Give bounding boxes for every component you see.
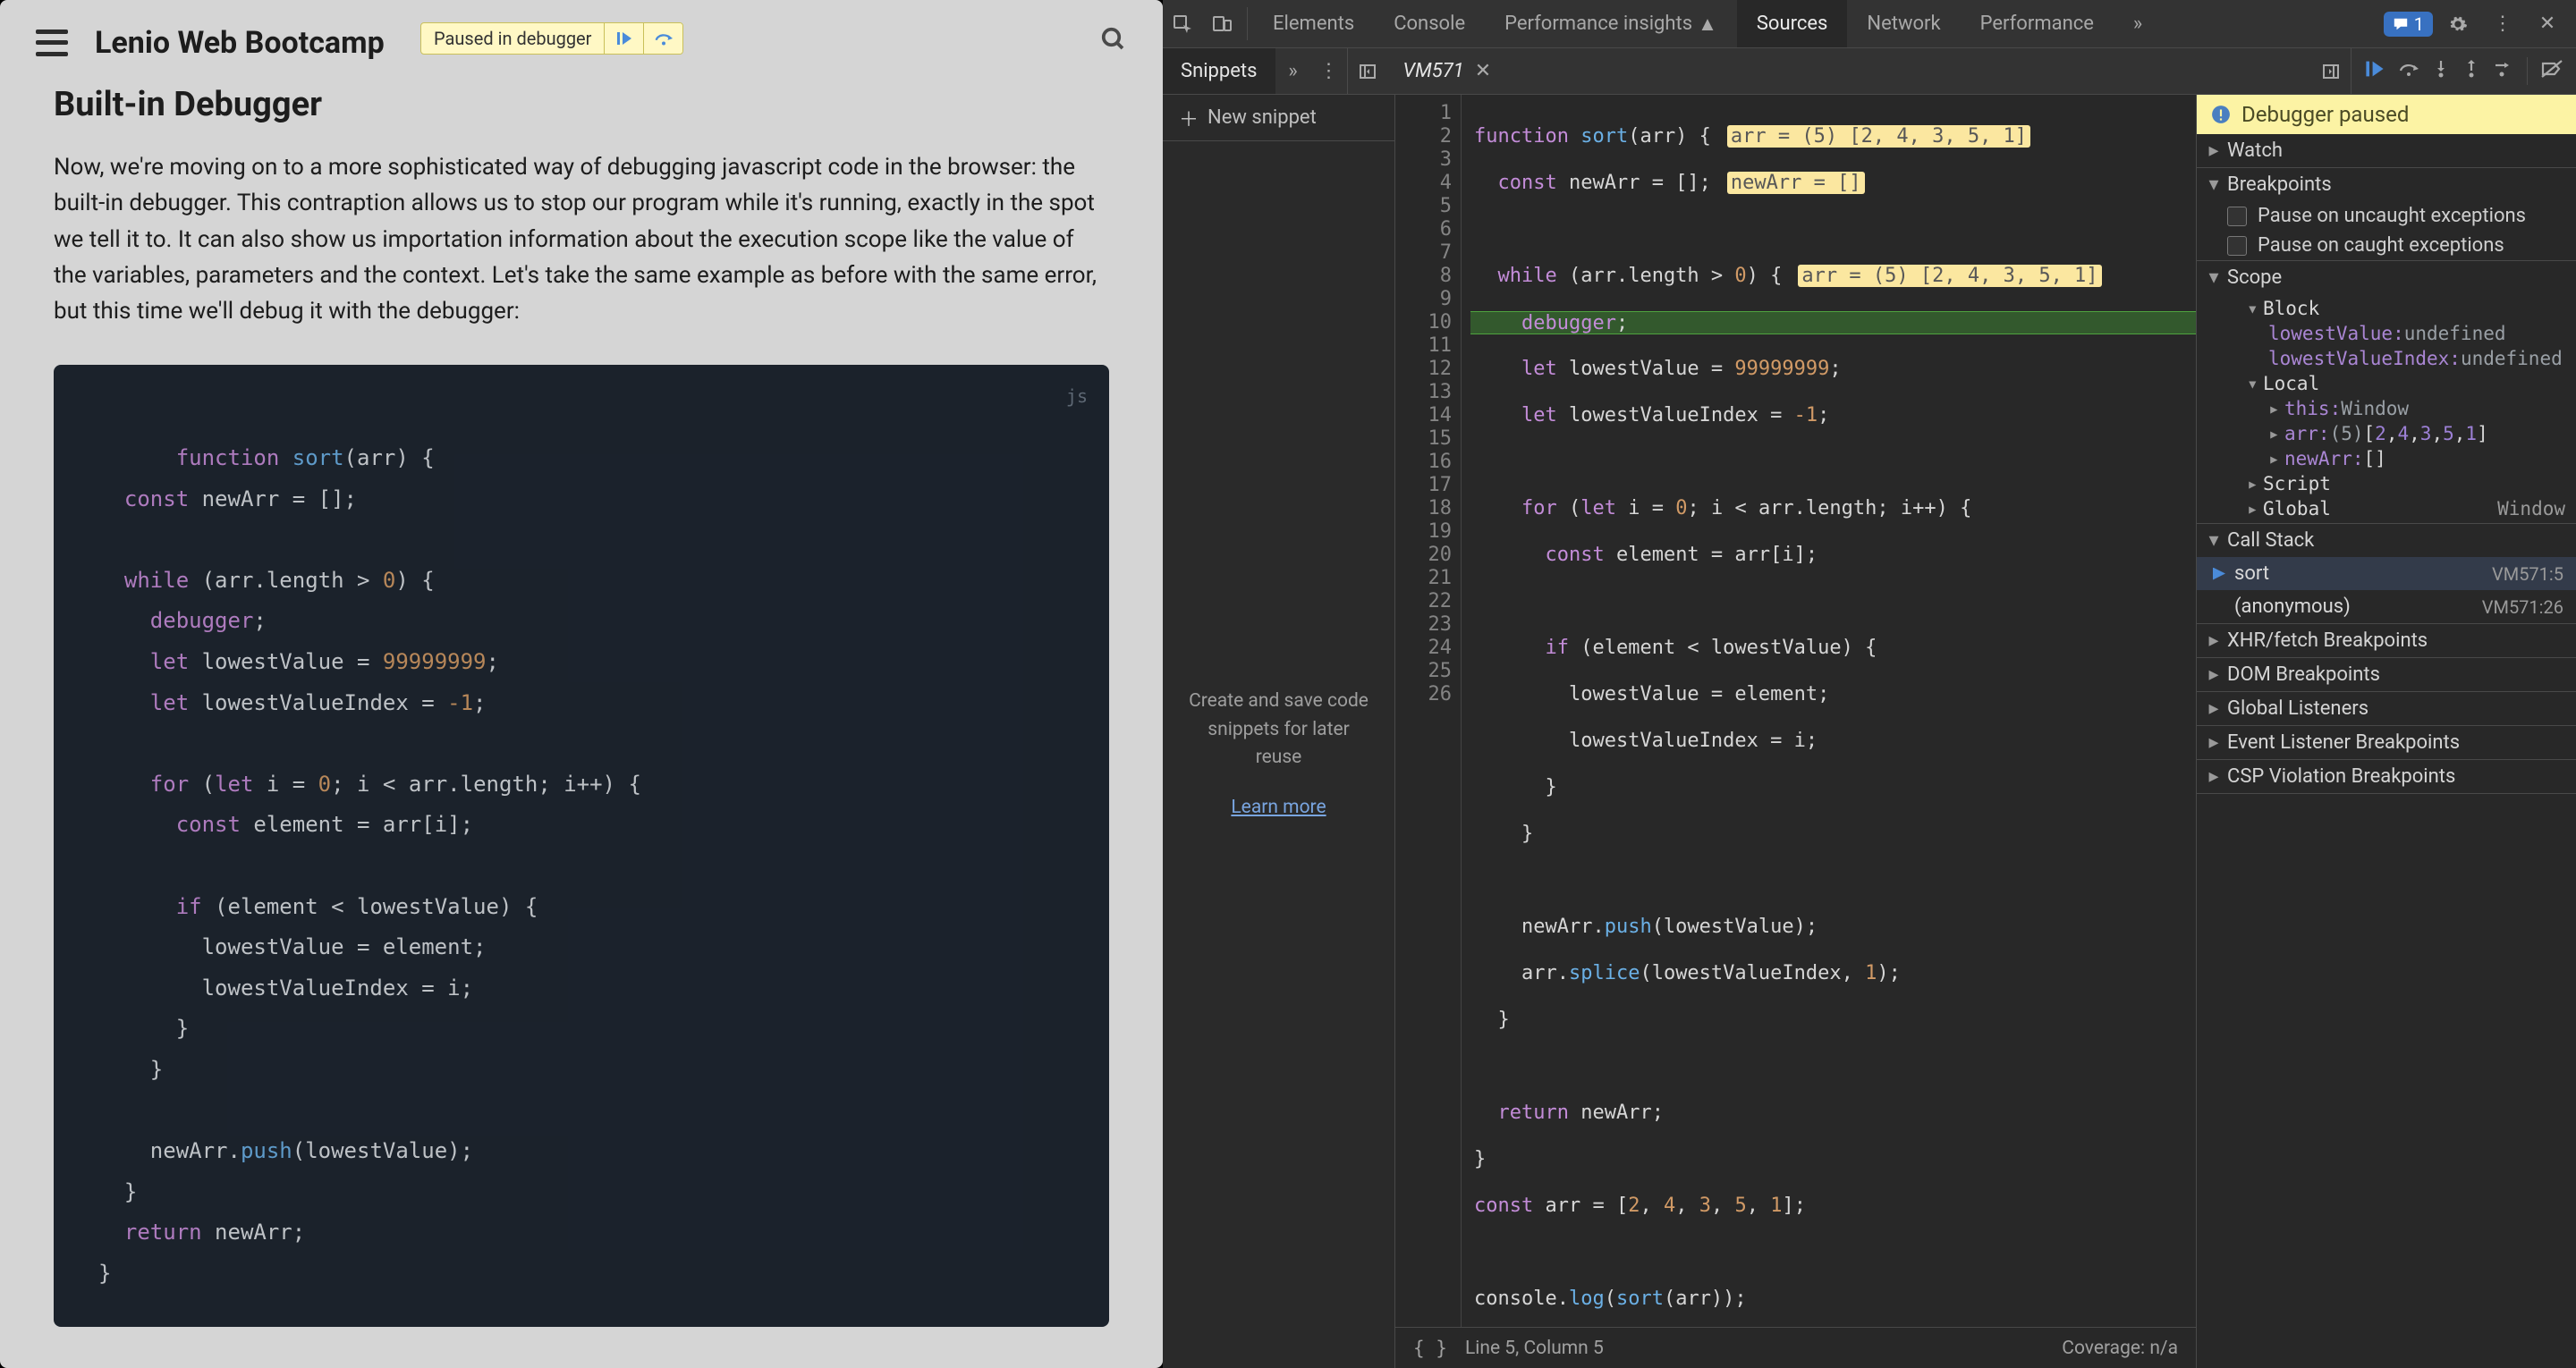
cursor-position: Line 5, Column 5 xyxy=(1465,1338,1604,1359)
tab-network[interactable]: Network xyxy=(1847,0,1960,47)
page-heading: Built-in Debugger xyxy=(54,85,1109,124)
tab-performance[interactable]: Performance xyxy=(1961,0,2114,47)
tab-sources[interactable]: Sources xyxy=(1737,0,1848,47)
page-content: Built-in Debugger Now, we're moving on t… xyxy=(0,85,1163,1363)
step-icon[interactable] xyxy=(2493,59,2514,84)
gutter: 1234567891011121314151617181920212223242… xyxy=(1395,95,1462,1327)
snippets-placeholder: Create and save code snippets for later … xyxy=(1163,141,1394,1368)
step-over-icon[interactable] xyxy=(643,23,682,54)
step-into-icon[interactable] xyxy=(2432,59,2450,84)
subtab-snippets[interactable]: Snippets xyxy=(1163,48,1275,94)
checkbox-icon[interactable] xyxy=(2227,236,2247,256)
breakpoints-section[interactable]: ▾Breakpoints xyxy=(2197,168,2576,201)
plus-icon: ＋ xyxy=(1179,104,1199,132)
messages-pill[interactable]: 1 xyxy=(2384,12,2433,37)
page-paragraph: Now, we're moving on to a more sophistic… xyxy=(54,149,1109,329)
debugger-paused-banner: Debugger paused xyxy=(2197,95,2576,134)
file-tab[interactable]: VM571 ✕ xyxy=(1387,48,1508,94)
inspect-icon[interactable] xyxy=(1163,0,1202,48)
search-icon[interactable] xyxy=(1100,26,1127,60)
watch-section[interactable]: ▸Watch xyxy=(2197,134,2576,167)
pause-caught-row[interactable]: Pause on caught exceptions xyxy=(2197,231,2576,260)
pretty-print-icon[interactable]: { } xyxy=(1413,1338,1447,1359)
close-devtools-icon[interactable]: ✕ xyxy=(2528,0,2567,48)
code-body: function sort(arr) {arr = (5) [2, 4, 3, … xyxy=(1462,95,2196,1327)
more-icon[interactable]: ⋮ xyxy=(2483,0,2522,48)
callstack-row[interactable]: (anonymous) VM571:26 xyxy=(2197,590,2576,623)
tab-perf-insights[interactable]: Performance insights▲ xyxy=(1485,0,1737,47)
brand-title: Lenio Web Bootcamp xyxy=(95,25,385,61)
editor-pane: 1234567891011121314151617181920212223242… xyxy=(1395,95,2197,1368)
device-icon[interactable] xyxy=(1202,0,1241,48)
csp-breakpoints-section[interactable]: ▸CSP Violation Breakpoints xyxy=(2197,760,2576,793)
pause-uncaught-row[interactable]: Pause on uncaught exceptions xyxy=(2197,201,2576,231)
toggle-debugger-icon[interactable] xyxy=(2311,48,2351,94)
code-block: jsfunction sort(arr) { const newArr = []… xyxy=(54,365,1109,1326)
settings-icon[interactable] xyxy=(2438,0,2478,48)
learn-more-link[interactable]: Learn more xyxy=(1231,794,1326,823)
step-over-button-icon[interactable] xyxy=(2398,59,2419,84)
global-listeners-section[interactable]: ▸Global Listeners xyxy=(2197,692,2576,725)
devtools-tabs: Elements Console Performance insights▲ S… xyxy=(1253,0,2162,47)
deactivate-breakpoints-icon[interactable] xyxy=(2540,59,2563,84)
checkbox-icon[interactable] xyxy=(2227,207,2247,226)
callstack-section[interactable]: ▾Call Stack xyxy=(2197,524,2576,557)
devtools-top-bar: Elements Console Performance insights▲ S… xyxy=(1163,0,2576,48)
code-editor[interactable]: 1234567891011121314151617181920212223242… xyxy=(1395,95,2196,1327)
new-snippet-button[interactable]: ＋ New snippet xyxy=(1163,95,1394,141)
dom-breakpoints-section[interactable]: ▸DOM Breakpoints xyxy=(2197,658,2576,691)
hamburger-icon[interactable] xyxy=(36,30,68,56)
toggle-navigator-icon[interactable] xyxy=(1348,48,1387,94)
debugger-pane: Debugger paused ▸Watch ▾Breakpoints Paus… xyxy=(2197,95,2576,1368)
callstack-row[interactable]: sort VM571:5 xyxy=(2197,557,2576,590)
resume-icon[interactable] xyxy=(604,23,643,54)
event-listener-breakpoints-section[interactable]: ▸Event Listener Breakpoints xyxy=(2197,726,2576,759)
tab-console[interactable]: Console xyxy=(1374,0,1485,47)
webpage-pane: Lenio Web Bootcamp Paused in debugger Bu… xyxy=(0,0,1163,1368)
code-lang-label: js xyxy=(1066,379,1088,413)
subtab-overflow-icon[interactable]: » xyxy=(1275,48,1311,94)
tab-elements[interactable]: Elements xyxy=(1253,0,1374,47)
resume-button-icon[interactable] xyxy=(2364,58,2385,85)
current-frame-icon xyxy=(2213,568,2225,580)
tabs-overflow-icon[interactable]: » xyxy=(2114,0,2162,47)
step-out-icon[interactable] xyxy=(2462,59,2480,84)
debug-controls xyxy=(2351,48,2576,94)
editor-status-bar: { } Line 5, Column 5 Coverage: n/a xyxy=(1395,1327,2196,1368)
snippets-pane: ＋ New snippet Create and save code snipp… xyxy=(1163,95,1395,1368)
coverage-info: Coverage: n/a xyxy=(2062,1338,2178,1359)
devtools: Elements Console Performance insights▲ S… xyxy=(1163,0,2576,1368)
devtools-second-bar: Snippets » ⋮ VM571 ✕ xyxy=(1163,48,2576,95)
paused-debugger-bar: Paused in debugger xyxy=(420,22,683,55)
paused-label: Paused in debugger xyxy=(421,23,604,54)
scope-section[interactable]: ▾Scope xyxy=(2197,261,2576,294)
subtab-more-icon[interactable]: ⋮ xyxy=(1311,48,1347,94)
close-file-icon[interactable]: ✕ xyxy=(1475,60,1491,82)
xhr-breakpoints-section[interactable]: ▸XHR/fetch Breakpoints xyxy=(2197,624,2576,657)
